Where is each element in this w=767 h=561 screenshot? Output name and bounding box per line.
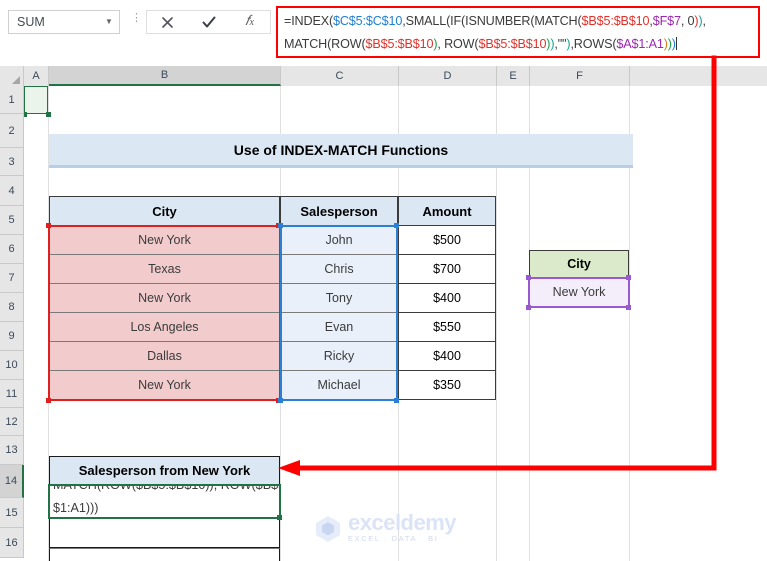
cell-city-5[interactable]: Dallas	[49, 342, 280, 371]
sheet-surface[interactable]: Use of INDEX-MATCH Functions City Salesp…	[24, 86, 767, 561]
row-header-7[interactable]: 7	[0, 264, 24, 293]
spreadsheet-grid: A B C D E F 1 2 3 4 5 6 7 8 9 10 11 12 1…	[0, 66, 767, 561]
formula-bar-separator-dots: ⋮	[131, 12, 142, 24]
enter-check-icon[interactable]	[190, 11, 228, 33]
ref-handle-blue-tr[interactable]	[394, 223, 399, 228]
ref-handle-blue-tl[interactable]	[278, 223, 283, 228]
cell-amount-3[interactable]: $400	[398, 284, 496, 313]
formula-line-1: =INDEX($C$5:$C$10,SMALL(IF(ISNUMBER(MATC…	[284, 14, 706, 28]
row-header-4[interactable]: 4	[0, 176, 24, 206]
cell-city-1[interactable]: New York	[49, 226, 280, 255]
name-box-value: SUM	[17, 15, 45, 29]
cell-salesperson-1[interactable]: John	[280, 226, 398, 255]
cell-salesperson-3[interactable]: Tony	[280, 284, 398, 313]
lookup-header: City	[529, 250, 629, 278]
cell-amount-1[interactable]: $500	[398, 226, 496, 255]
ref-handle-blue-bl[interactable]	[278, 398, 283, 403]
row-header-8[interactable]: 8	[0, 293, 24, 322]
table-header-amount: Amount	[398, 196, 496, 226]
formula-bar-buttons: 𝑓x	[146, 10, 271, 34]
ref-handle-purple-br[interactable]	[626, 305, 631, 310]
editing-cell-b14[interactable]: MATCH(ROW($B$5:$B$10)), ROW($B$5:$B$10))…	[48, 484, 281, 519]
row-header-6[interactable]: 6	[0, 235, 24, 264]
cell-amount-2[interactable]: $700	[398, 255, 496, 284]
cell-city-6[interactable]: New York	[49, 371, 280, 400]
cell-city-3[interactable]: New York	[49, 284, 280, 313]
formula-input[interactable]: =INDEX($C$5:$C$10,SMALL(IF(ISNUMBER(MATC…	[276, 6, 760, 58]
row-header-16[interactable]: 16	[0, 528, 24, 558]
ref-handle-blue-br[interactable]	[394, 398, 399, 403]
column-headers: A B C D E F	[0, 66, 767, 87]
name-box[interactable]: SUM ▼	[8, 10, 120, 34]
formula-bar-area: SUM ▼ ⋮ 𝑓x =INDEX($C$5:$C$10,SMALL(IF(IS…	[0, 0, 767, 66]
column-header-C[interactable]: C	[281, 66, 399, 86]
fill-handle-b14[interactable]	[277, 515, 282, 520]
formula-line-2: MATCH(ROW($B$5:$B$10), ROW($B$5:$B$10)),…	[284, 37, 677, 51]
row-header-10[interactable]: 10	[0, 351, 24, 380]
row-header-11[interactable]: 11	[0, 380, 24, 408]
cell-city-2[interactable]: Texas	[49, 255, 280, 284]
column-header-D[interactable]: D	[399, 66, 497, 86]
ref-handle-purple-tl[interactable]	[526, 275, 531, 280]
select-all-triangle-icon	[12, 76, 20, 84]
watermark-brand: exceldemy	[348, 510, 457, 535]
cell-a1-selection[interactable]	[24, 86, 48, 114]
row-header-9[interactable]: 9	[0, 322, 24, 351]
column-header-A[interactable]: A	[24, 66, 49, 86]
column-header-E[interactable]: E	[497, 66, 530, 86]
row-header-13[interactable]: 13	[0, 436, 24, 465]
cube-logo-icon	[316, 516, 340, 542]
cell-amount-5[interactable]: $400	[398, 342, 496, 371]
cell-salesperson-4[interactable]: Evan	[280, 313, 398, 342]
column-header-B[interactable]: B	[49, 66, 281, 86]
cell-salesperson-2[interactable]: Chris	[280, 255, 398, 284]
selection-handle-a1-left[interactable]	[24, 112, 27, 117]
cell-salesperson-6[interactable]: Michael	[280, 371, 398, 400]
cell-amount-6[interactable]: $350	[398, 371, 496, 400]
result-cell-b15[interactable]	[49, 518, 280, 548]
row-header-15[interactable]: 15	[0, 498, 24, 528]
row-header-1[interactable]: 1	[0, 86, 24, 114]
row-header-12[interactable]: 12	[0, 408, 24, 436]
exceldemy-watermark: exceldemy EXCEL · DATA · BI	[313, 508, 483, 548]
editing-cell-overflow-visible: $1:A1)))	[53, 501, 99, 515]
editing-cell-overflow-clipped: MATCH(ROW($B$5:$B$10)), ROW($B$5:$B$10))…	[53, 484, 279, 492]
cell-amount-4[interactable]: $550	[398, 313, 496, 342]
result-header: Salesperson from New York	[49, 456, 280, 485]
ref-handle-red-tl[interactable]	[46, 223, 51, 228]
row-header-2[interactable]: 2	[0, 114, 24, 148]
cell-city-4[interactable]: Los Angeles	[49, 313, 280, 342]
ref-handle-purple-bl[interactable]	[526, 305, 531, 310]
cell-salesperson-5[interactable]: Ricky	[280, 342, 398, 371]
result-cell-b16[interactable]	[49, 548, 280, 561]
select-all-corner[interactable]	[0, 66, 24, 86]
row-header-14[interactable]: 14	[0, 465, 24, 498]
row-header-5[interactable]: 5	[0, 206, 24, 235]
chevron-down-icon[interactable]: ▼	[99, 10, 119, 34]
ref-handle-red-bl[interactable]	[46, 398, 51, 403]
table-header-city: City	[49, 196, 280, 226]
column-header-G[interactable]	[630, 66, 767, 86]
watermark-tagline: EXCEL · DATA · BI	[348, 534, 439, 543]
selection-handle-a1-right[interactable]	[46, 112, 51, 117]
ref-handle-purple-tr[interactable]	[626, 275, 631, 280]
title-banner: Use of INDEX-MATCH Functions	[49, 134, 633, 168]
lookup-value[interactable]: New York	[529, 278, 629, 307]
table-header-salesperson: Salesperson	[280, 196, 398, 226]
column-header-F[interactable]: F	[530, 66, 630, 86]
row-header-3[interactable]: 3	[0, 148, 24, 176]
cancel-x-icon[interactable]	[149, 11, 187, 33]
fx-icon[interactable]: 𝑓x	[231, 11, 269, 33]
